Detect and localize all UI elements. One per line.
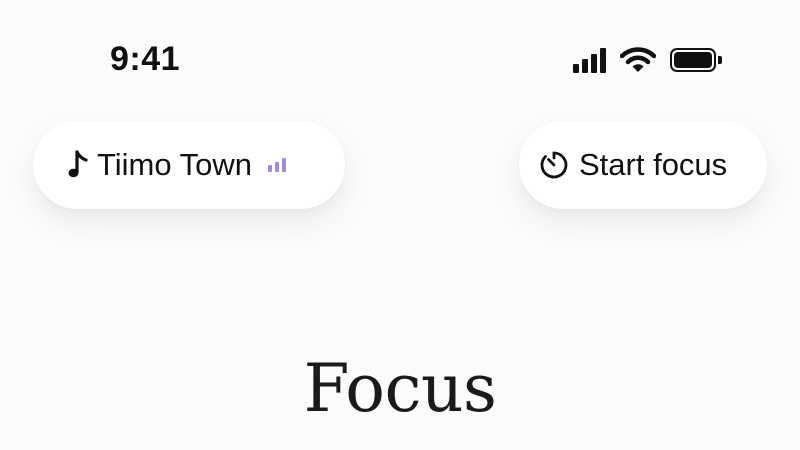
battery-icon (670, 48, 722, 72)
music-track-label: Tiimo Town (97, 147, 253, 182)
equalizer-icon (268, 158, 287, 172)
timer-icon (540, 151, 568, 179)
status-time: 9:41 (110, 40, 181, 78)
status-icons (573, 44, 722, 76)
start-focus-label: Start focus (579, 147, 728, 182)
music-note-icon (68, 150, 88, 178)
page-title: Focus (303, 350, 497, 427)
cellular-signal-icon (573, 47, 606, 73)
music-player-button[interactable]: Tiimo Town (33, 121, 345, 209)
start-focus-button[interactable]: Start focus (519, 121, 767, 209)
status-bar: 9:41 (0, 0, 800, 110)
wifi-icon (620, 47, 656, 72)
